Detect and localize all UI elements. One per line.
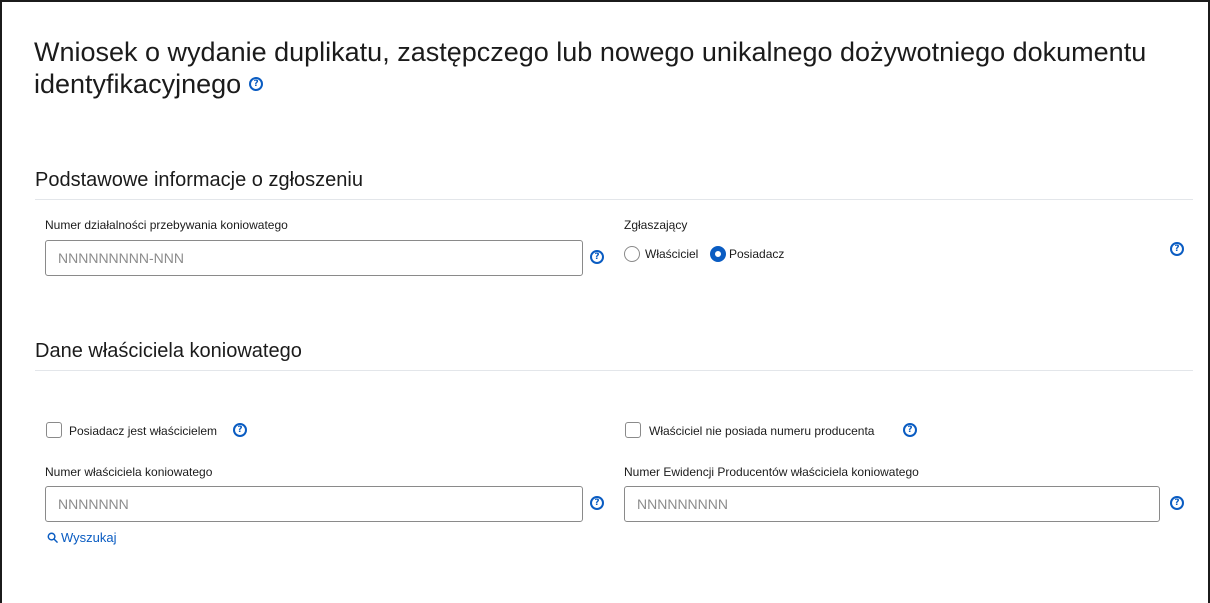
search-link[interactable]: Wyszukaj [47,530,117,545]
reporter-option-owner-label: Właściciel [645,247,699,261]
holder-is-owner-checkbox[interactable] [46,422,62,438]
reporter-option-holder-label: Posiadacz [729,247,785,261]
owner-no-producer-number-checkbox[interactable] [625,422,641,438]
help-icon[interactable]: ? [1170,496,1184,510]
help-icon[interactable]: ? [1170,242,1184,256]
activity-number-input[interactable] [45,240,583,276]
help-icon[interactable]: ? [903,423,917,437]
help-icon[interactable]: ? [590,250,604,264]
section-title-basic: Podstawowe informacje o zgłoszeniu [35,169,363,191]
producer-number-input[interactable] [624,486,1160,522]
help-icon[interactable]: ? [249,76,264,91]
page-title-text: Wniosek o wydanie duplikatu, zastępczego… [34,37,1147,99]
search-icon [47,532,58,543]
owner-number-label: Numer właściciela koniowatego [45,465,213,479]
producer-number-label: Numer Ewidencji Producentów właściciela … [624,465,919,479]
help-icon[interactable]: ? [233,423,247,437]
reporter-label: Zgłaszający [624,218,688,232]
page-title: Wniosek o wydanie duplikatu, zastępczego… [34,36,1154,100]
section-title-owner: Dane właściciela koniowatego [35,340,302,362]
help-icon[interactable]: ? [590,496,604,510]
holder-is-owner-label: Posiadacz jest właścicielem [69,424,218,438]
reporter-radio-holder[interactable] [710,246,726,262]
section-divider [35,370,1193,371]
activity-number-label: Numer działalności przebywania koniowate… [45,218,288,232]
owner-no-producer-number-label: Właściciel nie posiada numeru producenta [649,424,875,438]
search-link-label: Wyszukaj [61,530,117,545]
reporter-radio-owner[interactable] [624,246,640,262]
section-divider [35,199,1193,200]
owner-number-input[interactable] [45,486,583,522]
